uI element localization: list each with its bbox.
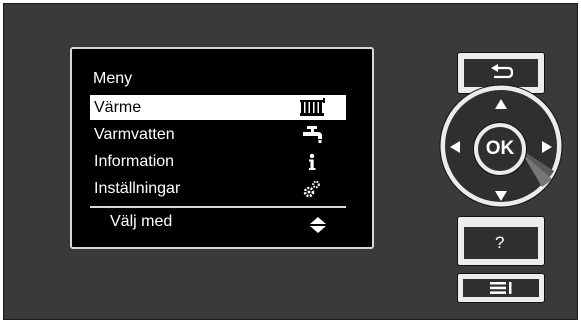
menu-item-label: Värme: [94, 99, 142, 116]
menu-item-varmvatten[interactable]: Varmvatten: [90, 122, 346, 147]
radiator-icon: [300, 98, 325, 116]
footer-divider: [90, 206, 346, 208]
menu-item-varme[interactable]: Värme: [90, 95, 346, 120]
menu-item-label: Varmvatten: [94, 126, 175, 143]
up-down-arrows-icon: [310, 217, 326, 233]
control-panel: Meny Värme Varmvatten Information Instäl…: [0, 0, 581, 323]
ok-label: OK: [485, 138, 515, 159]
menu-icon: [490, 282, 512, 294]
menu-item-label: Inställningar: [94, 180, 181, 197]
menu-item-installningar[interactable]: Inställningar: [90, 176, 346, 201]
menu-item-label: Information: [94, 153, 175, 170]
help-button[interactable]: ?: [457, 216, 545, 266]
right-arrow-icon[interactable]: [540, 139, 554, 155]
up-arrow-icon[interactable]: [493, 97, 509, 111]
info-icon: [309, 153, 316, 170]
control-buttons: ? OK: [438, 42, 564, 310]
left-arrow-icon[interactable]: [448, 139, 462, 155]
display-screen: Meny Värme Varmvatten Information Instäl…: [70, 47, 374, 249]
menu-title: Meny: [93, 70, 133, 87]
menu-item-information[interactable]: Information: [90, 149, 346, 174]
ok-button[interactable]: OK: [473, 122, 527, 176]
back-arrow-icon: [491, 64, 514, 79]
down-arrow-icon[interactable]: [493, 189, 509, 203]
help-label: ?: [495, 233, 505, 252]
tap-icon: [303, 126, 322, 143]
menu-button[interactable]: [457, 273, 545, 303]
gears-icon: [303, 180, 320, 198]
footer-label: Välj med: [110, 213, 173, 230]
